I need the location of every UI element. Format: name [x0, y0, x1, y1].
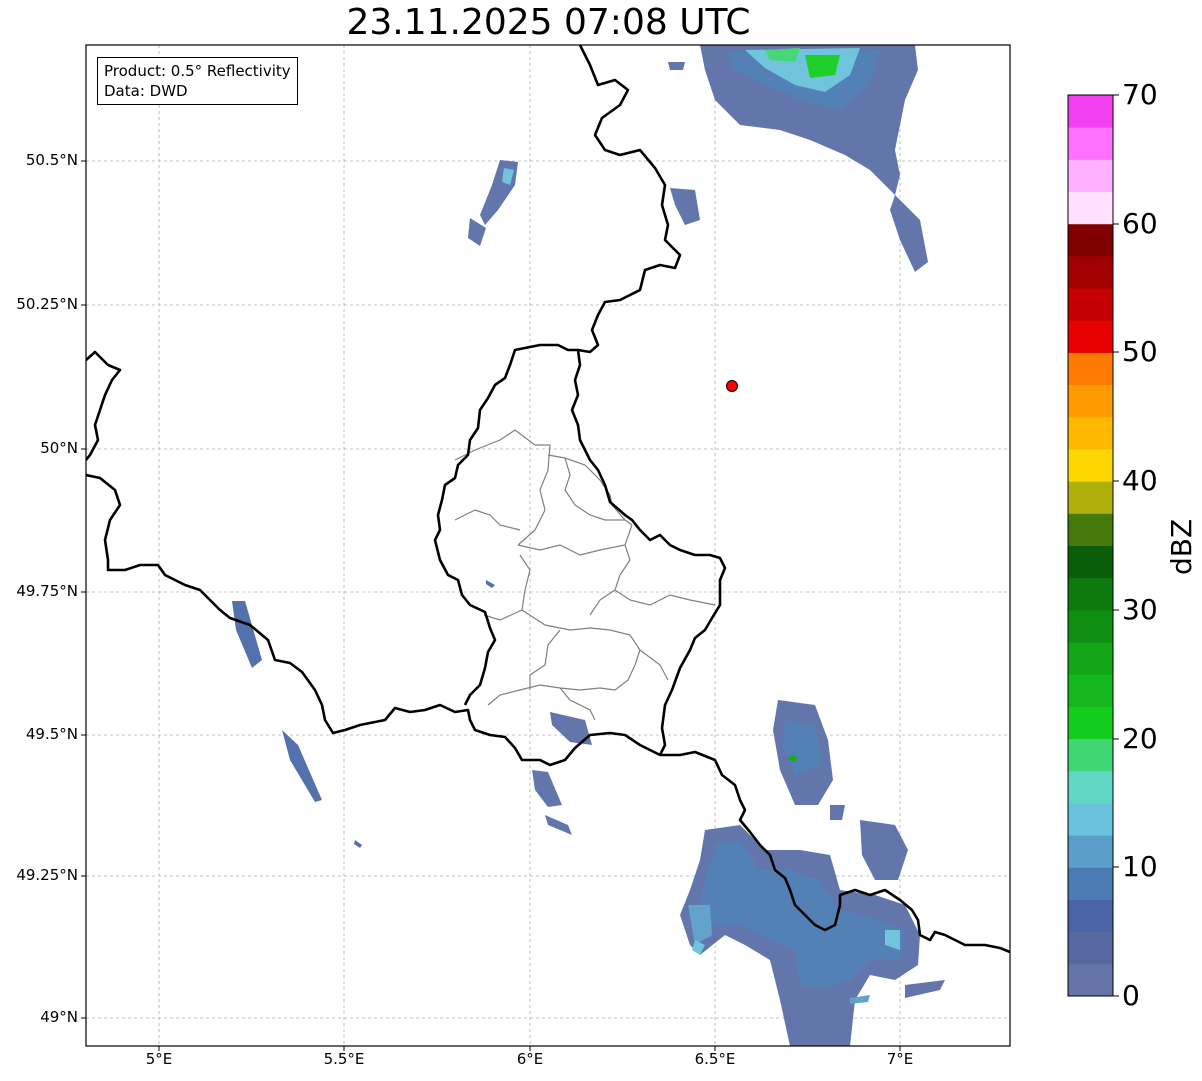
lat-tick-label: 49.75°N — [16, 582, 78, 600]
colorbar-segment — [1068, 867, 1113, 900]
colorbar-segment — [1068, 770, 1113, 804]
colorbar-tick-label: 60 — [1122, 207, 1158, 240]
colorbar-segment — [1068, 577, 1113, 611]
colorbar-segment — [1068, 384, 1113, 418]
lat-tick-label: 49°N — [40, 1008, 78, 1026]
lat-tick-label: 49.25°N — [16, 866, 78, 884]
colorbar-segment — [1068, 159, 1113, 193]
colorbar-tick-label: 0 — [1122, 979, 1140, 1012]
colorbar-segment — [1068, 706, 1113, 740]
colorbar-segment — [1068, 738, 1113, 772]
data-source-label: Data: DWD — [104, 82, 188, 100]
colorbar-segment — [1068, 416, 1113, 450]
lat-tick-label: 50.5°N — [25, 151, 78, 169]
colorbar-segment — [1068, 223, 1113, 257]
colorbar-segment — [1068, 95, 1113, 128]
colorbar-segment — [1068, 288, 1113, 321]
colorbar — [1068, 95, 1113, 997]
colorbar-segment — [1068, 448, 1113, 482]
lon-tick-label: 5.5°E — [323, 1050, 365, 1068]
colorbar-segment — [1068, 835, 1113, 868]
colorbar-segment — [1068, 191, 1113, 225]
colorbar-tick-label: 30 — [1122, 593, 1158, 626]
colorbar-segment — [1068, 352, 1113, 386]
colorbar-tick-label: 10 — [1122, 850, 1158, 883]
colorbar-segment — [1068, 545, 1113, 579]
colorbar-tick-label: 50 — [1122, 335, 1158, 368]
lon-tick-label: 7°E — [886, 1050, 914, 1068]
colorbar-segment — [1068, 513, 1113, 546]
colorbar-segment — [1068, 931, 1113, 965]
colorbar-segment — [1068, 642, 1113, 675]
colorbar-segment — [1068, 802, 1113, 836]
colorbar-segment — [1068, 674, 1113, 707]
colorbar-label: dBZ — [1165, 518, 1198, 575]
lon-tick-label: 6°E — [516, 1050, 544, 1068]
colorbar-tick-label: 70 — [1122, 78, 1158, 111]
radar-site-marker — [726, 380, 738, 392]
colorbar-segment — [1068, 963, 1113, 997]
lat-tick-label: 49.5°N — [25, 725, 78, 743]
colorbar-segment — [1068, 609, 1113, 643]
radar-map — [81, 44, 1119, 1051]
lon-tick-label: 6.5°E — [694, 1050, 736, 1068]
lon-tick-label: 5°E — [145, 1050, 173, 1068]
colorbar-segment — [1068, 255, 1113, 289]
colorbar-segment — [1068, 899, 1113, 933]
product-label: Product: 0.5° Reflectivity — [104, 62, 291, 80]
colorbar-segment — [1068, 481, 1113, 514]
colorbar-segment — [1068, 127, 1113, 160]
colorbar-tick-label: 20 — [1122, 722, 1158, 755]
product-info-box: Product: 0.5° Reflectivity Data: DWD — [97, 57, 298, 105]
lat-tick-label: 50°N — [40, 439, 78, 457]
colorbar-segment — [1068, 320, 1113, 353]
lat-tick-label: 50.25°N — [16, 295, 78, 313]
colorbar-tick-label: 40 — [1122, 464, 1158, 497]
